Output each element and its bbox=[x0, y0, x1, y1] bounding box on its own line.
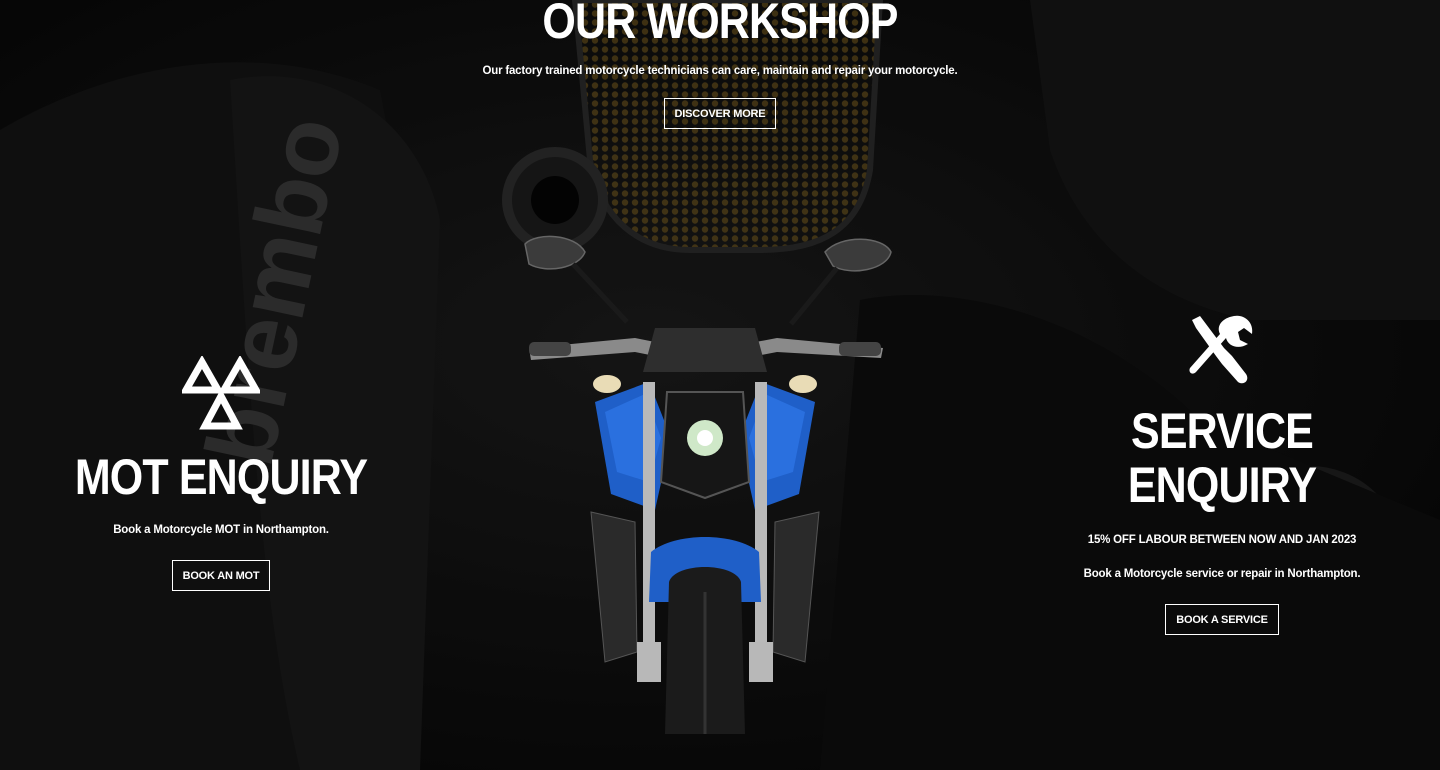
discover-more-button[interactable]: DISCOVER MORE bbox=[663, 98, 777, 129]
workshop-title: OUR WORKSHOP bbox=[542, 0, 898, 49]
service-promo: 15% OFF LABOUR BETWEEN NOW AND JAN 2023 bbox=[1087, 534, 1357, 546]
mot-subtitle: Book a Motorcycle MOT in Northampton. bbox=[113, 524, 329, 536]
workshop-section: OUR WORKSHOP Our factory trained motorcy… bbox=[420, 0, 1020, 129]
workshop-subtitle: Our factory trained motorcycle technicia… bbox=[482, 65, 958, 77]
mot-triangles-icon bbox=[182, 356, 260, 430]
service-title-line1: SERVICE bbox=[1131, 403, 1314, 459]
service-subtitle: Book a Motorcycle service or repair in N… bbox=[1083, 568, 1361, 580]
motorcycle-image bbox=[524, 235, 892, 734]
service-title-line2: ENQUIRY bbox=[1127, 457, 1317, 513]
mot-enquiry-section: MOT ENQUIRY Book a Motorcycle MOT in Nor… bbox=[40, 356, 402, 591]
wrench-screwdriver-icon bbox=[1189, 315, 1253, 384]
service-title: SERVICE ENQUIRY bbox=[1083, 404, 1362, 512]
book-a-service-button[interactable]: BOOK A SERVICE bbox=[1165, 604, 1279, 635]
mot-title: MOT ENQUIRY bbox=[74, 449, 368, 505]
book-an-mot-button[interactable]: BOOK AN MOT bbox=[171, 560, 271, 591]
service-enquiry-section: SERVICE ENQUIRY 15% OFF LABOUR BETWEEN N… bbox=[1060, 314, 1384, 635]
